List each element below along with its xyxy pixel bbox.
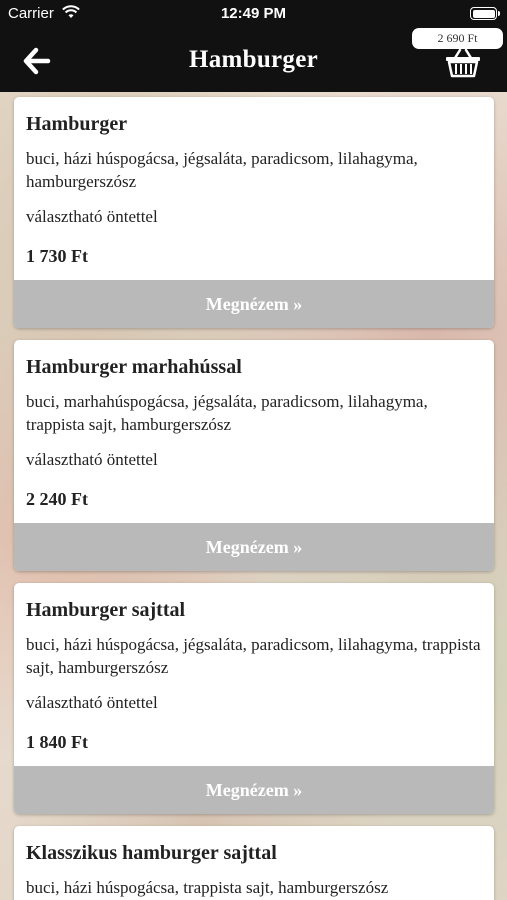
view-product-button[interactable]: Megnézem » (14, 523, 494, 571)
product-list: Hamburger buci, házi húspogácsa, jégsalá… (14, 97, 494, 900)
product-option: választható öntettel (26, 450, 158, 469)
product-title: Klasszikus hamburger sajttal (26, 842, 277, 864)
status-time: 12:49 PM (220, 5, 287, 22)
product-title: Hamburger (26, 113, 128, 135)
basket-icon[interactable] (445, 48, 481, 78)
status-bar: Carrier 12:49 PM (0, 0, 507, 28)
view-product-button[interactable]: Megnézem » (14, 280, 494, 328)
product-price: 1 840 Ft (26, 732, 88, 752)
battery-icon (470, 7, 500, 20)
product-description: buci, házi húspogácsa, jégsaláta, paradi… (26, 149, 418, 191)
cart-total-badge[interactable]: 2 690 Ft (412, 28, 503, 49)
product-title: Hamburger sajttal (26, 599, 186, 621)
product-description: buci, házi húspogácsa, trappista sajt, h… (26, 878, 389, 897)
product-card: Hamburger buci, házi húspogácsa, jégsalá… (14, 97, 494, 328)
product-option: választható öntettel (26, 693, 158, 712)
product-card: Klasszikus hamburger sajttal buci, házi … (14, 826, 494, 900)
product-card: Hamburger marhahússal buci, marhahúspogá… (14, 340, 494, 571)
view-product-button[interactable]: Megnézem » (14, 766, 494, 814)
product-price: 1 730 Ft (26, 246, 88, 266)
product-card: Hamburger sajttal buci, házi húspogácsa,… (14, 583, 494, 814)
product-description: buci, marhahúspogácsa, jégsaláta, paradi… (26, 392, 428, 434)
product-description: buci, házi húspogácsa, jégsaláta, paradi… (26, 635, 481, 677)
product-title: Hamburger marhahússal (26, 356, 242, 378)
product-price: 2 240 Ft (26, 489, 88, 509)
page-title: Hamburger (188, 46, 319, 73)
product-option: választható öntettel (26, 207, 158, 226)
navigation-bar: Hamburger 2 690 Ft (0, 28, 507, 92)
